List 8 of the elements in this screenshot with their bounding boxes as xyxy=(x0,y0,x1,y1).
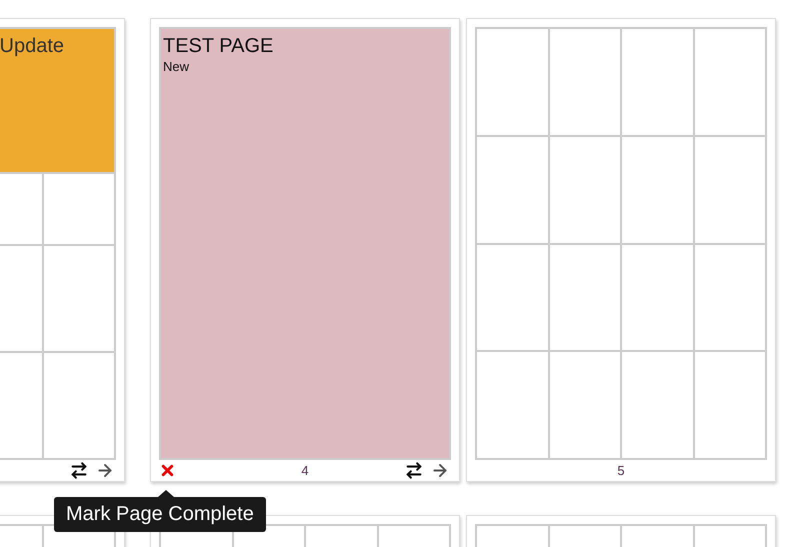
page-number: 4 xyxy=(301,462,309,479)
page-subtitle: New xyxy=(163,59,190,75)
page-title: TEST PAGE xyxy=(163,34,274,59)
section-title: Update xyxy=(0,34,64,59)
page-number: 5 xyxy=(617,462,625,479)
tooltip: Mark Page Complete xyxy=(54,497,266,532)
section-block[interactable]: Update xyxy=(0,29,114,172)
page-preview[interactable]: TEST PAGE New xyxy=(159,27,451,460)
